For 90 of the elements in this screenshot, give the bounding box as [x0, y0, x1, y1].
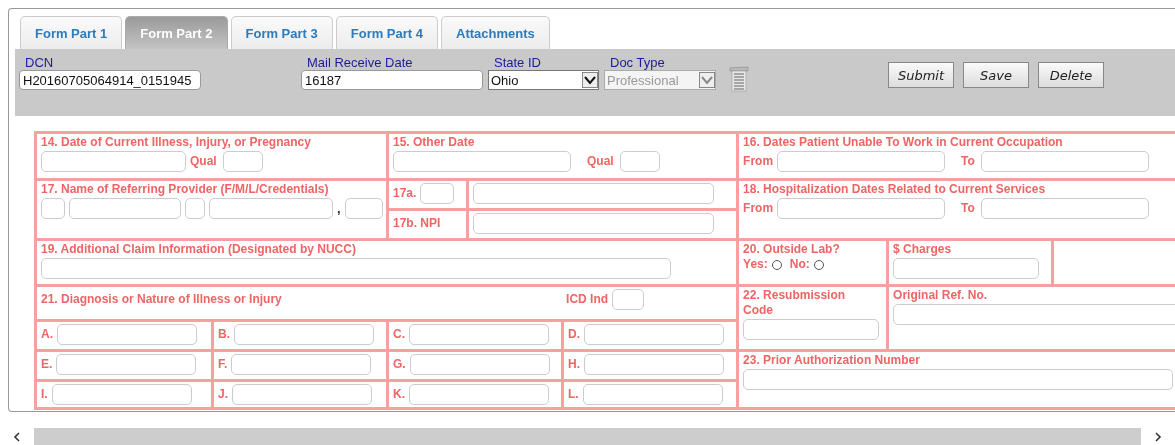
tab[interactable]: Form Part 3	[230, 16, 333, 49]
diagnosis-field[interactable]	[234, 324, 374, 345]
provider-id-field[interactable]	[473, 183, 714, 204]
field-label: F.	[218, 357, 228, 372]
field-label: Original Ref. No.	[893, 288, 989, 303]
diagnosis-field[interactable]	[56, 354, 197, 375]
field-label: K.	[393, 387, 405, 402]
field-label: 17b. NPI	[393, 216, 441, 230]
icd-field[interactable]	[612, 289, 645, 310]
qual-field[interactable]	[222, 151, 263, 172]
qualifier-field[interactable]	[420, 183, 455, 204]
diagnosis-field[interactable]	[584, 354, 724, 375]
field-label: Qual	[587, 154, 614, 169]
diagnosis-field[interactable]	[582, 384, 723, 405]
field-label: 17a.	[393, 186, 417, 201]
from-date-field[interactable]	[777, 151, 946, 172]
diagnosis-field[interactable]	[409, 354, 550, 375]
diagnosis-field[interactable]	[51, 384, 192, 405]
option-label: Yes:	[743, 257, 768, 272]
tab[interactable]: Form Part 4	[335, 16, 438, 49]
scrollbar-thumb[interactable]	[34, 428, 1141, 445]
field-label: Qual	[190, 154, 217, 169]
separator-comma: ,	[337, 201, 341, 216]
diagnosis-field[interactable]	[409, 324, 549, 345]
field-label: DCN	[24, 55, 55, 70]
diagnosis-field[interactable]	[231, 354, 372, 375]
diagnosis-field[interactable]	[409, 384, 549, 405]
reference-field[interactable]	[893, 304, 1175, 325]
field-label: 19. Additional Claim Information (Designated by NUCC)	[41, 242, 357, 257]
credentials-field[interactable]	[344, 198, 383, 219]
name-field[interactable]	[209, 198, 333, 219]
name-field[interactable]	[69, 198, 181, 219]
field-label: Doc Type	[609, 55, 666, 70]
scroll-right-icon[interactable]	[1153, 431, 1163, 442]
field-label: G.	[393, 357, 406, 372]
field-label: J.	[218, 387, 228, 402]
date-field[interactable]	[393, 151, 571, 172]
field-label: From	[743, 154, 774, 169]
npi-field[interactable]	[473, 213, 714, 234]
diagnosis-field[interactable]	[57, 324, 197, 345]
qual-field[interactable]	[619, 151, 660, 172]
field-label: L.	[568, 387, 579, 402]
field-label: H.	[568, 357, 580, 372]
from-date-field[interactable]	[777, 198, 946, 219]
field-label: A.	[41, 327, 53, 342]
field-label: 17. Name of Referring Provider (F/M/L/Credentials)	[41, 182, 330, 197]
diagnosis-field[interactable]	[232, 384, 372, 405]
field-label: To	[961, 201, 975, 216]
field-label: D.	[568, 327, 580, 342]
field-label: I.	[41, 387, 48, 402]
caret-icon	[582, 72, 598, 88]
tab[interactable]: Attachments	[441, 16, 550, 49]
field-label: 14. Date of Current Illness, Injury, or Pregnancy	[41, 135, 312, 150]
field-label: ICD Ind	[566, 292, 609, 307]
delete-button[interactable]: Delete	[1038, 62, 1104, 88]
field-label: E.	[41, 357, 53, 372]
charges-field[interactable]	[893, 258, 1040, 279]
field-label: 20. Outside Lab?	[743, 242, 841, 257]
dcn-field[interactable]: H20160705064914_0151945	[19, 70, 201, 90]
field-label: From	[743, 201, 774, 216]
field-label: $ Charges	[893, 242, 953, 257]
option-label: No:	[789, 257, 810, 272]
save-button[interactable]: Save	[963, 62, 1029, 88]
resubmission-code-field[interactable]	[743, 319, 880, 340]
field-label: B.	[218, 327, 230, 342]
field-label: 22. Resubmission Code	[743, 288, 847, 318]
name-field[interactable]	[185, 198, 205, 219]
diagnosis-field[interactable]	[584, 324, 724, 345]
field-label: C.	[393, 327, 405, 342]
dropdown[interactable]: Ohio	[488, 70, 599, 90]
caret-icon	[699, 72, 715, 88]
authorization-field[interactable]	[743, 369, 1174, 390]
field-label: State ID	[493, 55, 542, 70]
to-date-field[interactable]	[980, 198, 1149, 219]
date-field[interactable]: 16187	[301, 70, 483, 90]
field-label: 18. Hospitalization Dates Related to Current Services	[743, 182, 1047, 197]
claim-info-field[interactable]	[41, 258, 671, 279]
field-label: 21. Diagnosis or Nature of Illness or Injury	[41, 292, 282, 307]
tab[interactable]: Form Part 1	[20, 16, 123, 49]
date-field[interactable]	[41, 151, 186, 172]
field-label: 23. Prior Authorization Number	[743, 353, 921, 368]
field-label: Mail Receive Date	[306, 55, 414, 70]
field-label: To	[961, 154, 975, 169]
submit-button[interactable]: Submit	[888, 62, 954, 88]
trash-icon[interactable]	[729, 65, 749, 93]
field-label: 15. Other Date	[393, 135, 476, 150]
name-field[interactable]	[41, 198, 65, 219]
field-label: 16. Dates Patient Unable To Work in Current Occupation	[743, 135, 1064, 150]
scroll-left-icon[interactable]	[12, 431, 22, 442]
to-date-field[interactable]	[980, 151, 1149, 172]
